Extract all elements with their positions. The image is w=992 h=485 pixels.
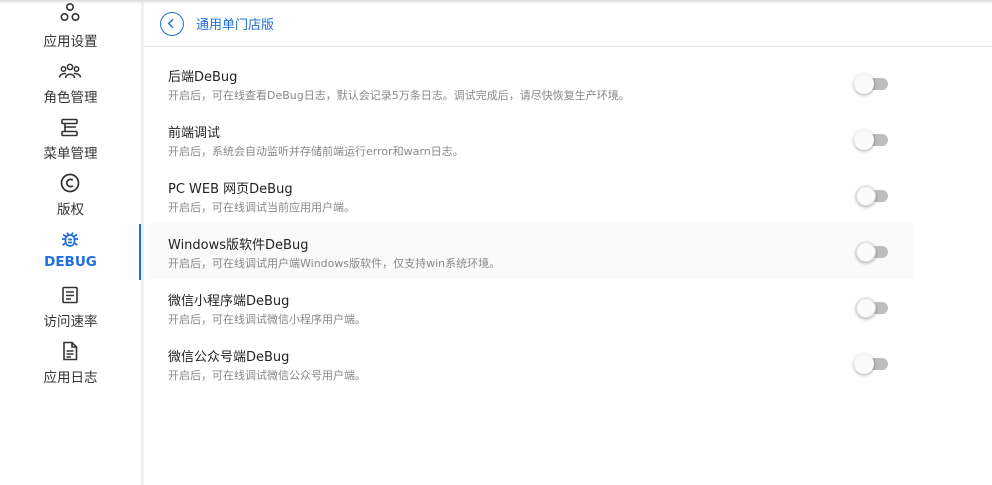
page-header: 通用单门店版 [144, 0, 992, 47]
sidebar-item-app-logs[interactable]: 应用日志 [0, 336, 141, 392]
setting-title: 微信小程序端DeBug [168, 294, 290, 309]
toggle-knob [856, 186, 876, 206]
setting-title: 微信公众号端DeBug [168, 350, 290, 365]
wechat-miniprogram-debug-toggle[interactable] [854, 298, 888, 318]
sidebar: 应用设置 角色管理 菜单管理 版权 DEBUG 访问速率 应用日志 [0, 0, 141, 485]
setting-row-frontend-debug: 前端调试 开启后，系统会自动监听并存储前端运行error和warn日志。 [148, 111, 914, 167]
setting-description: 开启后，可在线调试当前应用用户端。 [168, 201, 355, 214]
setting-title: 后端DeBug [168, 70, 238, 85]
sidebar-item-access-rate[interactable]: 访问速率 [0, 280, 141, 336]
users-group-icon [58, 60, 82, 84]
sidebar-item-label: 应用设置 [43, 34, 98, 50]
sidebar-item-app-settings[interactable]: 应用设置 [0, 0, 141, 50]
menu-structure-icon [58, 116, 82, 140]
setting-row-backend-debug: 后端DeBug 开启后，可在线查看DeBug日志，默认会记录5万条日志。调试完成… [148, 55, 914, 111]
setting-row-wechat-miniprogram-debug: 微信小程序端DeBug 开启后，可在线调试微信小程序用户端。 [148, 279, 914, 335]
back-button[interactable] [160, 12, 184, 36]
document-list-icon [58, 283, 82, 307]
toggle-knob [854, 74, 874, 94]
setting-description: 开启后，可在线调试微信公众号用户端。 [168, 369, 366, 382]
setting-description: 开启后，系统会自动监听并存储前端运行error和warn日志。 [168, 145, 464, 158]
sidebar-item-role-management[interactable]: 角色管理 [0, 56, 141, 112]
sidebar-divider [141, 0, 144, 485]
sidebar-item-label: 访问速率 [43, 314, 98, 330]
file-text-icon [58, 339, 82, 363]
sidebar-item-menu-management[interactable]: 菜单管理 [0, 112, 141, 168]
setting-row-windows-debug: Windows版软件DeBug 开启后，可在线调试用户端Windows版软件，仅… [148, 223, 914, 279]
pc-web-debug-toggle[interactable] [854, 186, 888, 206]
setting-description: 开启后，可在线调试微信小程序用户端。 [168, 313, 366, 326]
wechat-official-account-debug-toggle[interactable] [854, 354, 888, 374]
toggle-knob [856, 298, 876, 318]
windows-debug-toggle[interactable] [854, 242, 888, 262]
setting-title: 前端调试 [168, 126, 221, 141]
sidebar-item-label: 菜单管理 [43, 146, 98, 162]
setting-title: Windows版软件DeBug [168, 238, 309, 253]
toggle-knob [856, 242, 876, 262]
sidebar-item-label: 应用日志 [43, 370, 98, 386]
top-shadow [0, 0, 992, 4]
setting-title: PC WEB 网页DeBug [168, 182, 293, 197]
bug-icon [58, 227, 82, 251]
setting-description: 开启后，可在线查看DeBug日志，默认会记录5万条日志。调试完成后，请尽快恢复生… [168, 89, 630, 102]
chevron-left-icon [167, 18, 174, 29]
page-title: 通用单门店版 [196, 18, 275, 33]
sidebar-item-label: DEBUG [44, 254, 97, 270]
backend-debug-toggle[interactable] [854, 74, 888, 94]
copyright-icon [58, 171, 82, 195]
sidebar-item-debug[interactable]: DEBUG [0, 224, 141, 280]
settings-cluster-icon [58, 1, 82, 25]
toggle-knob [854, 130, 874, 150]
setting-description: 开启后，可在线调试用户端Windows版软件，仅支持win系统环境。 [168, 257, 501, 270]
sidebar-item-copyright[interactable]: 版权 [0, 168, 141, 224]
setting-row-pc-web-debug: PC WEB 网页DeBug 开启后，可在线调试当前应用用户端。 [148, 167, 914, 223]
toggle-knob [854, 354, 874, 374]
sidebar-item-label: 版权 [57, 202, 84, 218]
frontend-debug-toggle[interactable] [854, 130, 888, 150]
setting-row-wechat-official-account-debug: 微信公众号端DeBug 开启后，可在线调试微信公众号用户端。 [148, 335, 914, 391]
sidebar-item-label: 角色管理 [43, 90, 98, 106]
